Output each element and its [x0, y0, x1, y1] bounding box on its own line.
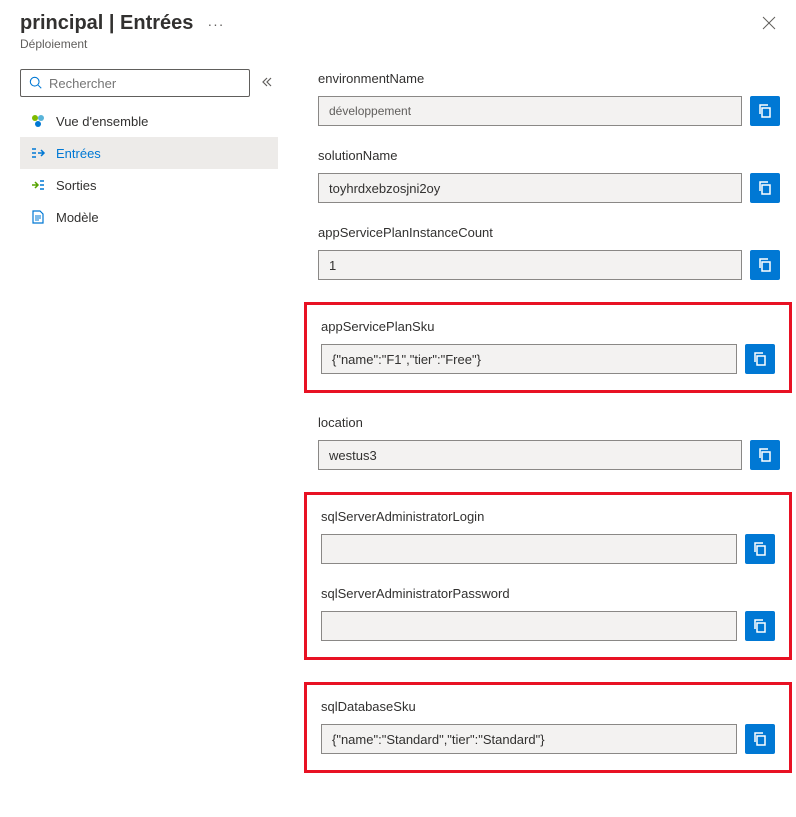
overview-icon	[30, 113, 46, 129]
field-label: appServicePlanSku	[321, 319, 775, 334]
field-appServicePlanInstanceCount: appServicePlanInstanceCount	[318, 225, 780, 280]
field-label: appServicePlanInstanceCount	[318, 225, 780, 240]
field-input-appServicePlanSku[interactable]	[321, 344, 737, 374]
field-label: location	[318, 415, 780, 430]
nav-item-inputs[interactable]: Entrées	[20, 137, 278, 169]
page-subtitle: Déploiement	[20, 37, 228, 51]
copy-icon	[752, 541, 768, 557]
nav-item-label: Sorties	[56, 178, 96, 193]
field-appServicePlanSku: appServicePlanSku	[321, 319, 775, 374]
nav-item-overview[interactable]: Vue d'ensemble	[20, 105, 278, 137]
field-input-sqlServerAdministratorPassword[interactable]	[321, 611, 737, 641]
field-label: sqlServerAdministratorLogin	[321, 509, 775, 524]
copy-icon	[757, 257, 773, 273]
nav-item-label: Vue d'ensemble	[56, 114, 148, 129]
field-input-appServicePlanInstanceCount[interactable]	[318, 250, 742, 280]
copy-button[interactable]	[750, 440, 780, 470]
chevron-double-left-icon	[260, 75, 274, 89]
copy-icon	[757, 103, 773, 119]
sidebar: Vue d'ensemble Entrées Sorties Modèle	[20, 69, 278, 795]
outputs-icon	[30, 177, 46, 193]
nav-item-outputs[interactable]: Sorties	[20, 169, 278, 201]
search-icon	[29, 76, 43, 90]
nav-item-label: Entrées	[56, 146, 101, 161]
field-input-location[interactable]	[318, 440, 742, 470]
copy-button[interactable]	[750, 173, 780, 203]
close-icon	[762, 16, 776, 30]
field-sqlServerAdministratorPassword: sqlServerAdministratorPassword	[321, 586, 775, 641]
page-title: principal | Entrées	[20, 12, 193, 35]
nav-menu: Vue d'ensemble Entrées Sorties Modèle	[20, 105, 278, 233]
search-box[interactable]	[20, 69, 250, 97]
field-label: sqlDatabaseSku	[321, 699, 775, 714]
inputs-icon	[30, 145, 46, 161]
field-sqlServerAdministratorLogin: sqlServerAdministratorLogin	[321, 509, 775, 564]
close-button[interactable]	[758, 12, 780, 37]
copy-button[interactable]	[745, 534, 775, 564]
copy-icon	[752, 731, 768, 747]
copy-button[interactable]	[750, 250, 780, 280]
main-content: environmentName solutionName appServiceP…	[318, 69, 780, 795]
copy-button[interactable]	[750, 96, 780, 126]
field-input-solutionName[interactable]	[318, 173, 742, 203]
highlight-sqlAdmin: sqlServerAdministratorLogin sqlServerAdm…	[304, 492, 792, 660]
nav-item-label: Modèle	[56, 210, 99, 225]
copy-icon	[752, 618, 768, 634]
field-input-sqlServerAdministratorLogin[interactable]	[321, 534, 737, 564]
copy-icon	[757, 447, 773, 463]
nav-item-template[interactable]: Modèle	[20, 201, 278, 233]
copy-button[interactable]	[745, 611, 775, 641]
highlight-appServicePlanSku: appServicePlanSku	[304, 302, 792, 393]
field-label: sqlServerAdministratorPassword	[321, 586, 775, 601]
template-icon	[30, 209, 46, 225]
highlight-sqlDatabaseSku: sqlDatabaseSku	[304, 682, 792, 773]
collapse-sidebar-button[interactable]	[256, 71, 278, 96]
header: principal | Entrées ··· Déploiement	[0, 0, 796, 55]
copy-button[interactable]	[745, 344, 775, 374]
field-sqlDatabaseSku: sqlDatabaseSku	[321, 699, 775, 754]
copy-icon	[757, 180, 773, 196]
copy-button[interactable]	[745, 724, 775, 754]
copy-icon	[752, 351, 768, 367]
more-button[interactable]: ···	[203, 16, 228, 32]
field-input-environmentName[interactable]	[318, 96, 742, 126]
search-input[interactable]	[49, 76, 241, 91]
field-label: solutionName	[318, 148, 780, 163]
field-location: location	[318, 415, 780, 470]
field-environmentName: environmentName	[318, 71, 780, 126]
field-solutionName: solutionName	[318, 148, 780, 203]
field-label: environmentName	[318, 71, 780, 86]
field-input-sqlDatabaseSku[interactable]	[321, 724, 737, 754]
